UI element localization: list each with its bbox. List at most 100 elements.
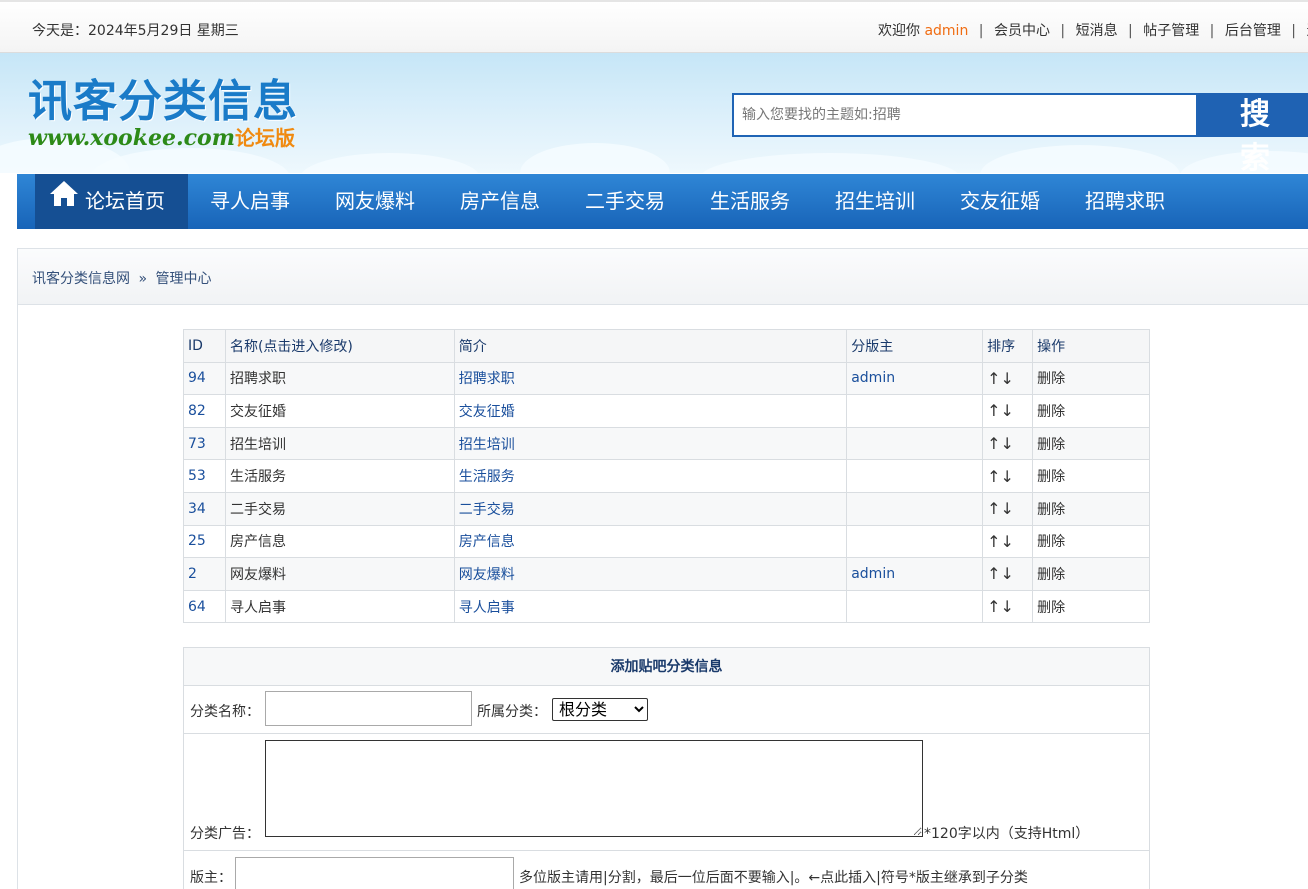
category-name-link[interactable]: 招聘求职 bbox=[224, 361, 455, 396]
search-input[interactable] bbox=[732, 93, 1198, 137]
col-header-name: 名称(点击进入修改) bbox=[224, 329, 455, 363]
delete-link[interactable]: 删除 bbox=[1032, 589, 1150, 624]
category-name-input[interactable] bbox=[265, 691, 472, 726]
cell-intro: 招聘求职 bbox=[453, 361, 848, 396]
welcome-text: 欢迎你 bbox=[878, 23, 920, 39]
moderator-link[interactable] bbox=[846, 394, 984, 428]
sort-arrows[interactable]: ↑↓ bbox=[982, 459, 1034, 493]
cell-id: 64 bbox=[183, 589, 226, 624]
logo-url: www.xookee.com论坛版 bbox=[28, 125, 295, 151]
category-name-label: 分类名称： bbox=[190, 704, 260, 720]
moderator-link[interactable] bbox=[846, 459, 984, 493]
nav-item-news-tips[interactable]: 网友爆料 bbox=[335, 174, 415, 229]
moderator-link[interactable]: admin bbox=[846, 361, 984, 396]
sort-arrows[interactable]: ↑↓ bbox=[982, 557, 1034, 591]
cell-id: 25 bbox=[183, 524, 226, 559]
breadcrumb-separator: » bbox=[138, 271, 148, 287]
moderator-link[interactable] bbox=[846, 426, 984, 461]
breadcrumb: 讯客分类信息网 » 管理中心 bbox=[17, 248, 1308, 305]
cell-intro: 招生培训 bbox=[453, 426, 848, 461]
moderator-input[interactable] bbox=[235, 857, 514, 889]
cell-intro: 房产信息 bbox=[453, 524, 848, 559]
col-header-moderator: 分版主 bbox=[846, 329, 984, 363]
add-category-form: 添加贴吧分类信息 分类名称： 所属分类： 根分类 分类广告： *120字以内（支… bbox=[183, 647, 1150, 889]
moderator-link[interactable] bbox=[846, 589, 984, 624]
top-bar: 今天是：2024年5月29日 星期三 欢迎你 admin | 会员中心 | 短消… bbox=[0, 0, 1308, 53]
moderator-hint[interactable]: 多位版主请用|分割，最后一位后面不要输入|。←点此插入|符号*版主继承到子分类 bbox=[519, 867, 1028, 887]
cloud-decoration bbox=[980, 145, 1180, 173]
table-row: 34 二手交易 二手交易 ↑↓ 删除 bbox=[183, 491, 1150, 526]
breadcrumb-current[interactable]: 管理中心 bbox=[155, 271, 211, 287]
category-name-link[interactable]: 寻人启事 bbox=[224, 589, 455, 624]
cell-intro: 网友爆料 bbox=[453, 557, 848, 591]
current-date: 今天是：2024年5月29日 星期三 bbox=[32, 23, 239, 39]
form-title: 添加贴吧分类信息 bbox=[184, 648, 1149, 686]
admin-link[interactable]: 后台管理 bbox=[1225, 23, 1281, 39]
cell-intro: 生活服务 bbox=[453, 459, 848, 493]
category-name-link[interactable]: 生活服务 bbox=[224, 459, 455, 493]
category-name-link[interactable]: 二手交易 bbox=[224, 491, 455, 526]
cloud-decoration bbox=[700, 153, 960, 173]
cell-id: 94 bbox=[183, 361, 226, 396]
member-center-link[interactable]: 会员中心 bbox=[994, 23, 1050, 39]
delete-link[interactable]: 删除 bbox=[1032, 361, 1150, 396]
cell-id: 2 bbox=[183, 557, 226, 591]
moderator-link[interactable] bbox=[846, 491, 984, 526]
category-name-link[interactable]: 交友征婚 bbox=[224, 394, 455, 428]
nav-home-label: 论坛首页 bbox=[85, 189, 165, 213]
nav-item-jobs[interactable]: 招聘求职 bbox=[1085, 174, 1165, 229]
col-header-action: 操作 bbox=[1032, 329, 1150, 363]
separator: | bbox=[1128, 23, 1133, 39]
nav-item-life-services[interactable]: 生活服务 bbox=[710, 174, 790, 229]
sort-arrows[interactable]: ↑↓ bbox=[982, 426, 1034, 461]
messages-link[interactable]: 短消息 bbox=[1076, 23, 1118, 39]
search-button[interactable]: 搜 索 bbox=[1198, 93, 1308, 173]
category-name-link[interactable]: 网友爆料 bbox=[224, 557, 455, 591]
category-ad-textarea[interactable] bbox=[265, 740, 923, 837]
site-logo[interactable]: 讯客分类信息 www.xookee.com论坛版 bbox=[28, 78, 298, 151]
form-row-name: 分类名称： 所属分类： 根分类 bbox=[184, 686, 1149, 734]
delete-link[interactable]: 删除 bbox=[1032, 491, 1150, 526]
sort-arrows[interactable]: ↑↓ bbox=[982, 589, 1034, 624]
sort-arrows[interactable]: ↑↓ bbox=[982, 361, 1034, 396]
col-header-intro: 简介 bbox=[453, 329, 848, 363]
category-name-link[interactable]: 招生培训 bbox=[224, 426, 455, 461]
delete-link[interactable]: 删除 bbox=[1032, 394, 1150, 428]
nav-item-second-hand[interactable]: 二手交易 bbox=[585, 174, 665, 229]
site-header: 讯客分类信息 www.xookee.com论坛版 搜 索 bbox=[0, 53, 1308, 173]
moderator-link[interactable]: admin bbox=[846, 557, 984, 591]
cell-intro: 二手交易 bbox=[453, 491, 848, 526]
form-row-moderator: 版主： 多位版主请用|分割，最后一位后面不要输入|。←点此插入|符号*版主继承到… bbox=[184, 851, 1149, 889]
delete-link[interactable]: 删除 bbox=[1032, 459, 1150, 493]
nav-item-education[interactable]: 招生培训 bbox=[835, 174, 915, 229]
parent-category-label: 所属分类： bbox=[477, 704, 547, 720]
table-row: 2 网友爆料 网友爆料 admin ↑↓ 删除 bbox=[183, 557, 1150, 591]
sort-arrows[interactable]: ↑↓ bbox=[982, 491, 1034, 526]
delete-link[interactable]: 删除 bbox=[1032, 426, 1150, 461]
category-name-link[interactable]: 房产信息 bbox=[224, 524, 455, 559]
sort-arrows[interactable]: ↑↓ bbox=[982, 394, 1034, 428]
delete-link[interactable]: 删除 bbox=[1032, 557, 1150, 591]
nav-item-dating[interactable]: 交友征婚 bbox=[960, 174, 1040, 229]
category-ad-label: 分类广告： bbox=[190, 826, 260, 842]
post-manage-link[interactable]: 帖子管理 bbox=[1143, 23, 1199, 39]
category-table: ID 名称(点击进入修改) 简介 分版主 排序 操作 94 招聘求职 招聘求职 … bbox=[183, 329, 1150, 624]
breadcrumb-site-link[interactable]: 讯客分类信息网 bbox=[32, 271, 130, 287]
search-box: 搜 索 bbox=[732, 93, 1308, 173]
table-row: 73 招生培训 招生培训 ↑↓ 删除 bbox=[183, 426, 1150, 461]
table-header-row: ID 名称(点击进入修改) 简介 分版主 排序 操作 bbox=[183, 329, 1150, 363]
nav-home[interactable]: 论坛首页 bbox=[35, 174, 188, 229]
nav-item-missing-persons[interactable]: 寻人启事 bbox=[210, 174, 290, 229]
parent-category-select[interactable]: 根分类 bbox=[552, 698, 648, 721]
sort-arrows[interactable]: ↑↓ bbox=[982, 524, 1034, 559]
delete-link[interactable]: 删除 bbox=[1032, 524, 1150, 559]
cloud-decoration bbox=[300, 153, 480, 173]
nav-item-real-estate[interactable]: 房产信息 bbox=[460, 174, 540, 229]
username-link[interactable]: admin bbox=[924, 23, 968, 39]
cell-intro: 寻人启事 bbox=[453, 589, 848, 624]
moderator-link[interactable] bbox=[846, 524, 984, 559]
cell-id: 73 bbox=[183, 426, 226, 461]
cell-id: 53 bbox=[183, 459, 226, 493]
table-row: 64 寻人启事 寻人启事 ↑↓ 删除 bbox=[183, 589, 1150, 624]
category-ad-hint: *120字以内（支持Html） bbox=[924, 826, 1090, 842]
